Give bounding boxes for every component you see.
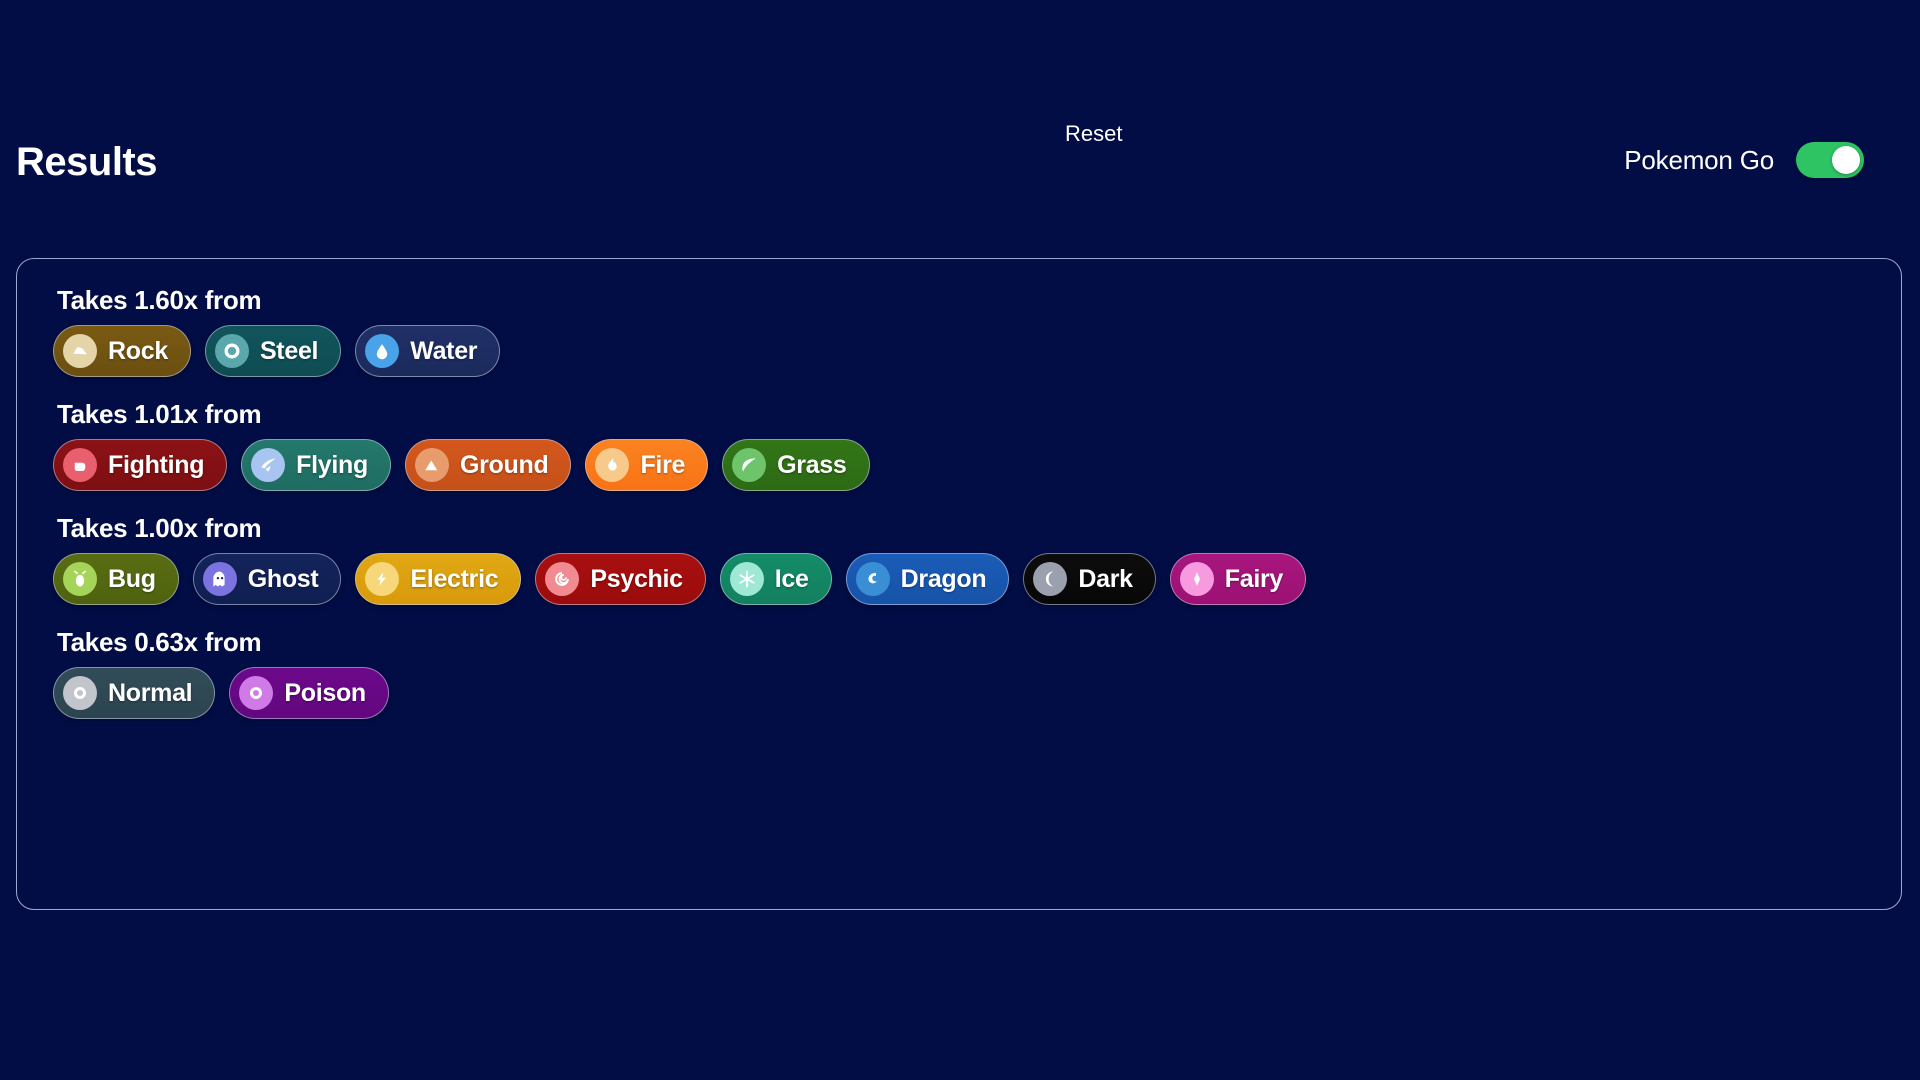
ice-icon: [729, 562, 764, 596]
result-group: Takes 0.63x from Normal Poison: [53, 627, 1865, 719]
flying-icon: [251, 448, 286, 482]
type-chip-label: Ground: [459, 450, 549, 479]
type-chip-dark[interactable]: Dark: [1023, 553, 1156, 605]
results-panel: Takes 1.60x from Rock Steel Water Takes 1.01…: [16, 258, 1902, 910]
water-icon: [365, 334, 400, 368]
type-chip-normal[interactable]: Normal: [53, 667, 216, 719]
type-chip-grass[interactable]: Grass: [722, 439, 870, 491]
type-chip-label: Fighting: [108, 450, 205, 479]
type-chip-label: Normal: [108, 678, 193, 707]
type-chip-row: Normal Poison: [53, 667, 1865, 719]
result-group: Takes 1.01x from Fighting Flying Ground Fire…: [53, 399, 1865, 491]
type-chip-flying[interactable]: Flying: [241, 439, 391, 491]
type-chip-psychic[interactable]: Psychic: [535, 553, 706, 605]
type-chip-label: Psychic: [590, 564, 683, 593]
ghost-icon: [202, 562, 237, 596]
group-title: Takes 1.01x from: [57, 399, 262, 429]
type-chip-rock[interactable]: Rock: [53, 325, 191, 377]
psychic-icon: [545, 562, 580, 596]
pokemon-go-toggle-label: Pokemon Go: [1624, 144, 1774, 175]
type-chip-fire[interactable]: Fire: [585, 439, 709, 491]
electric-icon: [365, 562, 400, 596]
header-bar: Results Reset Pokemon Go: [0, 121, 1920, 220]
type-chip-electric[interactable]: Electric: [355, 553, 522, 605]
type-chip-dragon[interactable]: Dragon: [845, 553, 1010, 605]
normal-icon: [63, 676, 97, 710]
reset-button[interactable]: Reset: [1057, 117, 1130, 151]
group-title: Takes 0.63x from: [57, 627, 262, 657]
type-chip-label: Flying: [296, 450, 368, 479]
type-chip-ground[interactable]: Ground: [404, 439, 572, 491]
type-chip-row: Fighting Flying Ground Fire Grass: [53, 439, 1865, 491]
fighting-icon: [63, 448, 97, 482]
toggle-knob: [1832, 146, 1860, 174]
type-chip-poison[interactable]: Poison: [229, 667, 389, 719]
dragon-icon: [855, 562, 890, 596]
type-chip-label: Fire: [640, 450, 686, 479]
rock-icon: [63, 334, 97, 368]
group-title: Takes 1.60x from: [57, 285, 262, 315]
bug-icon: [63, 562, 97, 596]
type-chip-fighting[interactable]: Fighting: [53, 439, 228, 491]
result-group: Takes 1.00x from Bug Ghost Electric Psychic I…: [53, 513, 1865, 605]
dark-icon: [1033, 562, 1068, 596]
result-group: Takes 1.60x from Rock Steel Water: [53, 285, 1865, 377]
poison-icon: [239, 676, 274, 710]
fairy-icon: [1179, 562, 1214, 596]
type-chip-bug[interactable]: Bug: [53, 553, 179, 605]
type-chip-row: Rock Steel Water: [53, 325, 1865, 377]
pokemon-go-toggle-switch[interactable]: [1796, 142, 1864, 178]
type-chip-label: Rock: [108, 336, 168, 365]
type-chip-label: Fairy: [1224, 564, 1284, 593]
group-title: Takes 1.00x from: [57, 513, 262, 543]
ground-icon: [414, 448, 449, 482]
type-chip-label: Electric: [410, 564, 499, 593]
steel-icon: [214, 334, 249, 368]
type-chip-label: Grass: [777, 450, 847, 479]
type-chip-label: Ghost: [247, 564, 319, 593]
type-chip-label: Steel: [259, 336, 319, 365]
type-chip-ghost[interactable]: Ghost: [192, 553, 342, 605]
type-chip-label: Ice: [774, 564, 809, 593]
page-title: Results: [16, 140, 158, 184]
type-chip-ice[interactable]: Ice: [719, 553, 832, 605]
type-chip-label: Dark: [1078, 564, 1133, 593]
type-chip-steel[interactable]: Steel: [204, 325, 342, 377]
type-chip-label: Water: [410, 336, 478, 365]
type-chip-row: Bug Ghost Electric Psychic Ice Dragon Dark Fair…: [53, 553, 1865, 605]
type-chip-water[interactable]: Water: [355, 325, 501, 377]
type-chip-label: Dragon: [900, 564, 987, 593]
fire-icon: [595, 448, 630, 482]
pokemon-go-toggle-group: Pokemon Go: [1624, 142, 1864, 178]
type-chip-fairy[interactable]: Fairy: [1169, 553, 1307, 605]
type-chip-label: Poison: [284, 678, 366, 707]
grass-icon: [732, 448, 767, 482]
type-chip-label: Bug: [108, 564, 156, 593]
